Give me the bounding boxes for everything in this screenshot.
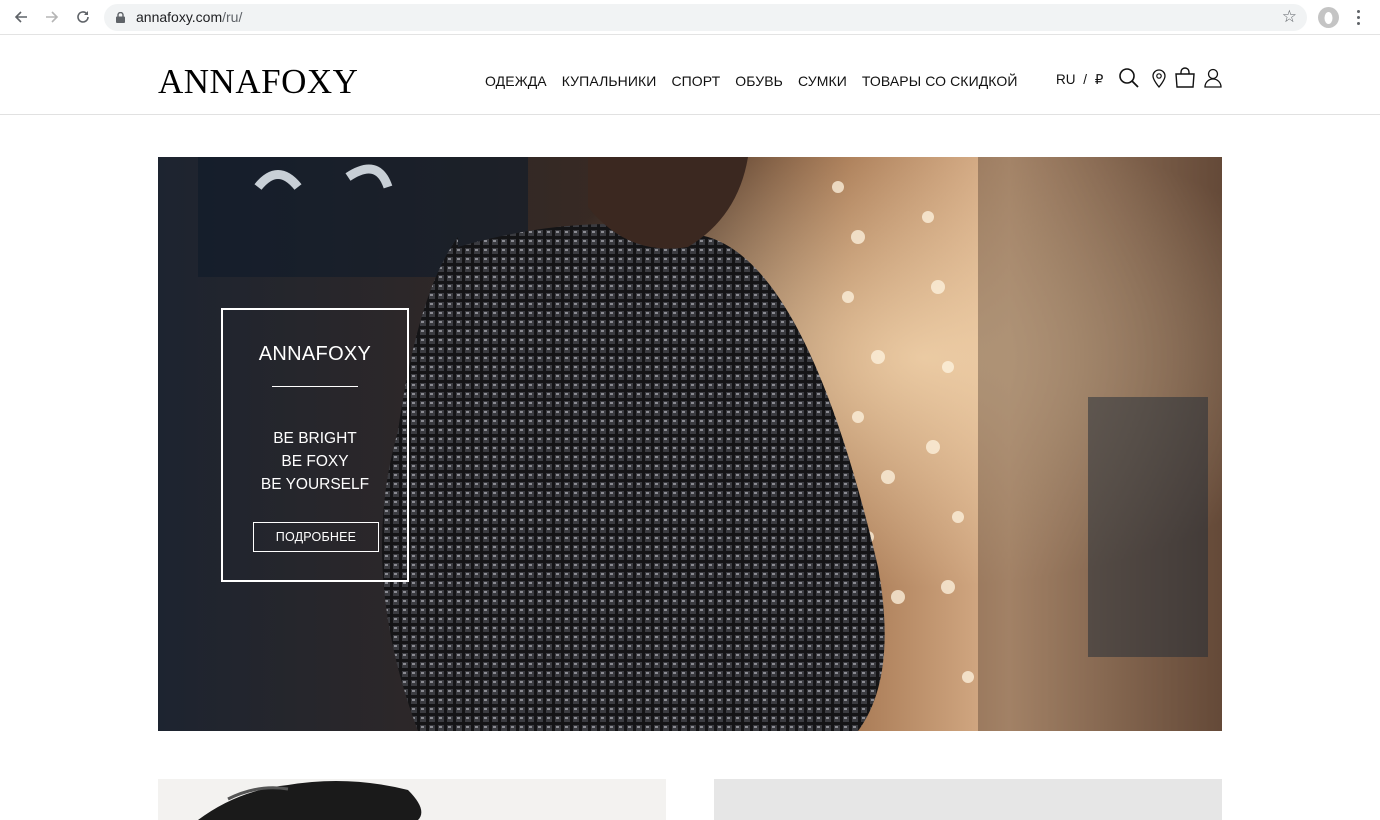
menu-item-sport[interactable]: СПОРТ bbox=[671, 73, 720, 89]
category-tile-left[interactable] bbox=[158, 779, 666, 820]
shopping-bag-icon[interactable] bbox=[1174, 67, 1196, 89]
lock-icon bbox=[116, 12, 125, 23]
tagline-line: BE YOURSELF bbox=[260, 476, 370, 493]
url-host: annafoxy.com bbox=[136, 9, 223, 25]
location-pin-icon[interactable] bbox=[1148, 67, 1170, 89]
lang-separator: / bbox=[1083, 72, 1088, 87]
star-icon[interactable]: ☆ bbox=[1282, 8, 1297, 26]
hero-divider bbox=[272, 386, 358, 387]
kebab-menu-icon[interactable] bbox=[1351, 7, 1365, 27]
menu-item-clothing[interactable]: ОДЕЖДА bbox=[485, 73, 547, 89]
user-icon[interactable] bbox=[1202, 67, 1224, 89]
more-button[interactable]: ПОДРОБНЕЕ bbox=[253, 522, 379, 552]
currency-label: ₽ bbox=[1094, 72, 1104, 87]
tile-image bbox=[198, 781, 422, 820]
search-icon[interactable] bbox=[1118, 67, 1140, 89]
menu-item-sale[interactable]: ТОВАРЫ СО СКИДКОЙ bbox=[862, 73, 1018, 89]
hero-promo-box: ANNAFOXY BE BRIGHT BE FOXY BE YOURSELF П… bbox=[221, 308, 409, 582]
menu-item-shoes[interactable]: ОБУВЬ bbox=[735, 73, 783, 89]
tagline-line: BE FOXY bbox=[281, 453, 349, 470]
hero-banner[interactable]: ANNAFOXY BE BRIGHT BE FOXY BE YOURSELF П… bbox=[158, 157, 1222, 731]
tagline-line: BE BRIGHT bbox=[273, 430, 357, 447]
back-arrow-icon[interactable] bbox=[11, 7, 31, 27]
hero-tagline: BE BRIGHT BE FOXY BE YOURSELF bbox=[223, 427, 407, 496]
category-tile-right[interactable] bbox=[714, 779, 1222, 820]
language-label: RU bbox=[1056, 72, 1076, 87]
hero-brand: ANNAFOXY bbox=[258, 343, 372, 365]
url-path: /ru/ bbox=[222, 9, 243, 25]
forward-arrow-icon[interactable] bbox=[42, 7, 62, 27]
site-logo[interactable]: ANNAFOXY bbox=[158, 62, 358, 102]
menu-item-swimwear[interactable]: КУПАЛЬНИКИ bbox=[562, 73, 657, 89]
browser-toolbar: annafoxy.com/ru/ ☆ bbox=[0, 0, 1380, 35]
main-menu: ОДЕЖДА КУПАЛЬНИКИ СПОРТ ОБУВЬ СУМКИ ТОВА… bbox=[485, 73, 1033, 89]
profile-avatar[interactable] bbox=[1318, 7, 1339, 28]
language-currency-switcher[interactable]: RU / ₽ bbox=[1056, 72, 1103, 88]
menu-item-bags[interactable]: СУМКИ bbox=[798, 73, 847, 89]
site-header: ANNAFOXY ОДЕЖДА КУПАЛЬНИКИ СПОРТ ОБУВЬ С… bbox=[0, 36, 1380, 115]
reload-icon[interactable] bbox=[73, 7, 93, 27]
url-text: annafoxy.com/ru/ bbox=[136, 9, 242, 25]
address-bar[interactable]: annafoxy.com/ru/ ☆ bbox=[104, 4, 1307, 31]
